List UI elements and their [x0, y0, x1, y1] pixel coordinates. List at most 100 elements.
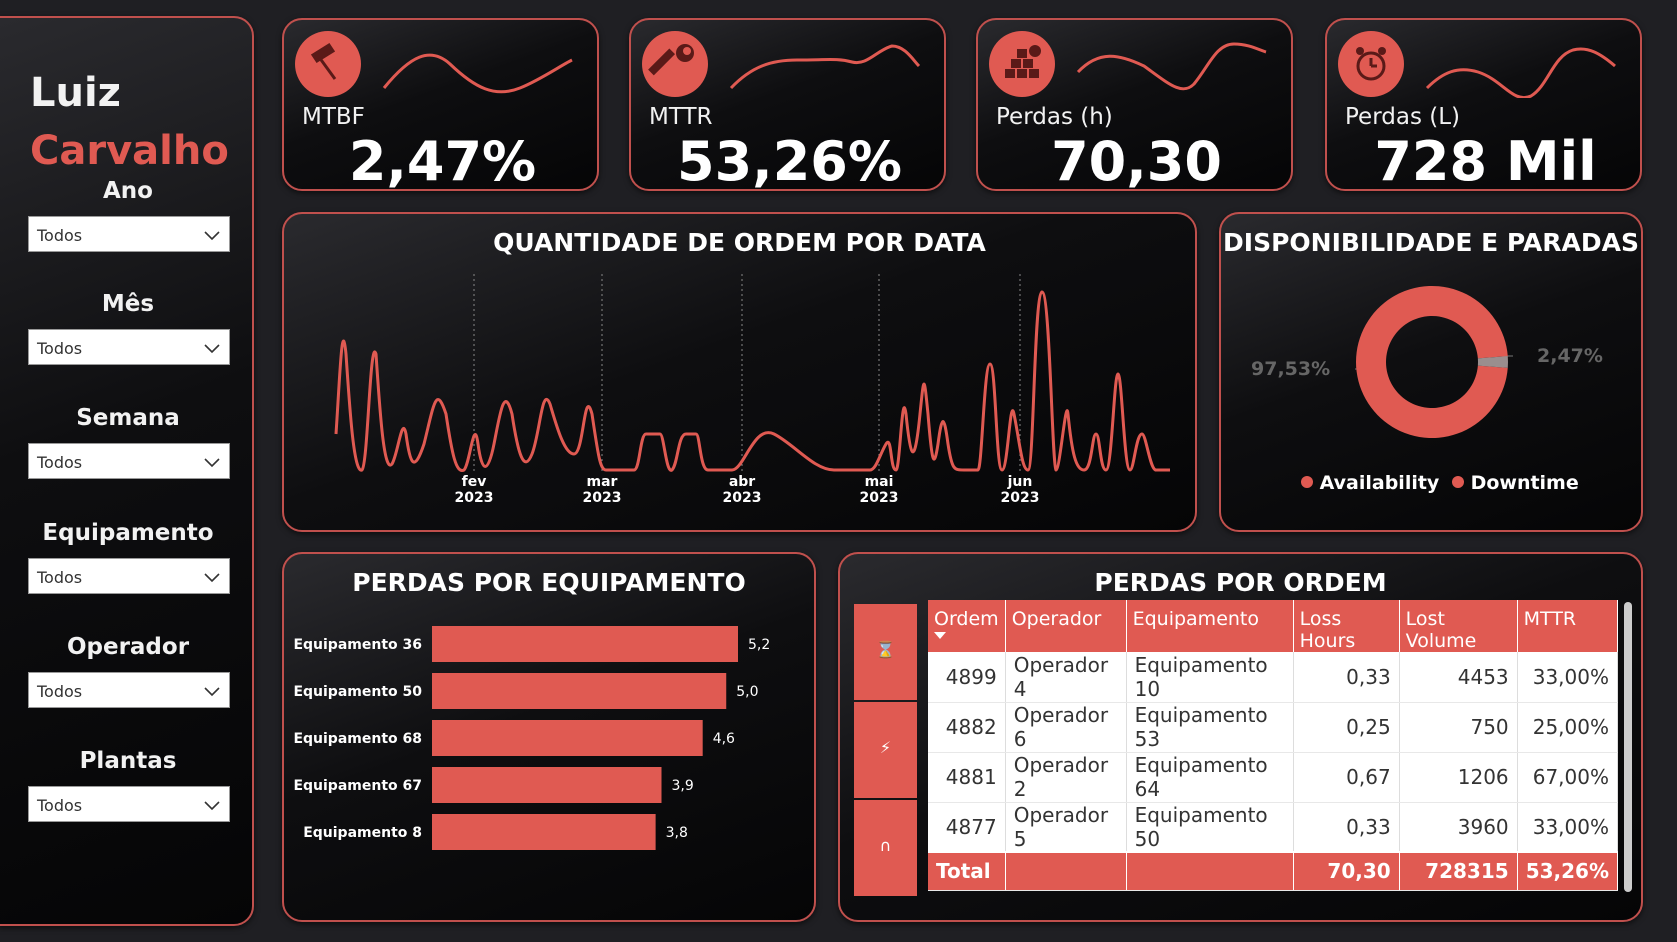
table-row[interactable]: 4899 Operador 4 Equipamento 10 0,33 4453… — [928, 652, 1619, 703]
hammer-icon — [295, 31, 361, 97]
cell-lost-volume: 750 — [1399, 702, 1518, 753]
bar[interactable] — [432, 626, 738, 662]
filter-label-semana: Semana — [76, 405, 180, 431]
bar-value-label: 4,6 — [713, 731, 735, 747]
cell-mttr: 33,00% — [1517, 652, 1619, 703]
losses-by-order-table: Ordem Operador Equipamento Loss Hours Lo… — [928, 600, 1619, 891]
filter-value: Todos — [37, 226, 83, 245]
kpi-card-mttr: MTTR 53,26% — [629, 18, 946, 191]
kpi-value: 728 Mil — [1374, 130, 1597, 191]
profile-first-name: Luiz — [30, 70, 121, 116]
availability-data-label: 97,53% — [1251, 358, 1331, 380]
column-header-loss-hours[interactable]: Loss Hours — [1293, 600, 1400, 652]
filter-dropdown-plantas[interactable]: Todos — [28, 786, 230, 822]
hourglass-filter-button[interactable]: ⌛ — [854, 604, 917, 700]
total-empty — [1005, 851, 1127, 891]
legend-dot-availability — [1301, 476, 1313, 488]
kpi-sparkline — [1076, 42, 1267, 91]
cell-loss-hours: 0,25 — [1293, 702, 1400, 753]
bar[interactable] — [432, 673, 727, 709]
bar-category-label: Equipamento 50 — [293, 684, 422, 700]
kpi-value: 2,47% — [348, 130, 537, 191]
chevron-down-icon — [204, 231, 220, 241]
hourglass-icon: ⌛ — [875, 640, 896, 659]
total-empty — [1126, 851, 1294, 891]
column-header-equipamento[interactable]: Equipamento — [1126, 600, 1294, 652]
line-chart-panel: QUANTIDADE DE ORDEM POR DATA fev 2023 ma… — [282, 212, 1197, 532]
kpi-label: Perdas (L) — [1345, 104, 1460, 130]
total-loss-hours: 70,30 — [1293, 851, 1400, 891]
cell-equipamento: Equipamento 64 — [1126, 752, 1294, 803]
kpi-sparkline — [382, 53, 573, 94]
chevron-down-icon — [204, 458, 220, 468]
losses-by-equipment-bar-chart: Equipamento 36 5,2 Equipamento 50 5,0 Equipa… — [293, 626, 770, 850]
cell-ordem: 4882 — [928, 702, 1006, 753]
filter-label-mes: Mês — [101, 291, 155, 317]
total-mttr: 53,26% — [1517, 851, 1619, 891]
donut-legend: Availability Downtime — [1301, 472, 1579, 494]
chevron-down-icon — [204, 573, 220, 583]
filter-value: Todos — [37, 796, 83, 815]
column-header-operador[interactable]: Operador — [1005, 600, 1127, 652]
bar-value-label: 3,8 — [666, 825, 688, 841]
kpi-value: 53,26% — [677, 130, 902, 191]
x-axis-label: mar 2023 — [582, 474, 622, 506]
magnet-icon: ∩ — [879, 836, 892, 855]
bar[interactable] — [432, 767, 662, 803]
cell-operador: Operador 4 — [1005, 652, 1127, 703]
total-label: Total — [928, 851, 1006, 891]
table-total-row: Total 70,30 728315 53,26% — [928, 851, 1619, 891]
magnet-filter-button[interactable]: ∩ — [854, 800, 917, 896]
cell-operador: Operador 2 — [1005, 752, 1127, 803]
legend-downtime: Downtime — [1470, 472, 1579, 494]
bar[interactable] — [432, 720, 703, 756]
table-row[interactable]: 4881 Operador 2 Equipamento 64 0,67 1206… — [928, 752, 1619, 803]
bar-category-label: Equipamento 36 — [293, 637, 422, 653]
table-scrollbar[interactable] — [1624, 602, 1632, 892]
filter-dropdown-operador[interactable]: Todos — [28, 672, 230, 708]
table-row[interactable]: 4882 Operador 6 Equipamento 53 0,25 750 … — [928, 702, 1619, 753]
bar[interactable] — [432, 814, 656, 850]
cell-operador: Operador 5 — [1005, 802, 1127, 853]
column-header-lost-volume[interactable]: Lost Volume — [1399, 600, 1518, 652]
x-axis-label: fev 2023 — [454, 474, 494, 506]
donut-chart-panel: DISPONIBILIDADE E PARADAS 97,53% 2,47% A… — [1219, 212, 1643, 532]
boxes-loss-icon — [989, 31, 1055, 97]
cell-loss-hours: 0,67 — [1293, 752, 1400, 803]
chevron-down-icon — [204, 344, 220, 354]
column-header-mttr[interactable]: MTTR — [1517, 600, 1619, 652]
bar-value-label: 5,2 — [748, 637, 770, 653]
filter-dropdown-semana[interactable]: Todos — [28, 443, 230, 479]
profile-last-name: Carvalho — [30, 128, 229, 174]
column-header-ordem[interactable]: Ordem — [928, 600, 1006, 652]
cell-lost-volume: 3960 — [1399, 802, 1518, 853]
cell-operador: Operador 6 — [1005, 702, 1127, 753]
table-title: PERDAS POR ORDEM — [1094, 568, 1387, 597]
table-panel: PERDAS POR ORDEM ⌛ ⚡ ∩ Ordem Operador Eq… — [838, 552, 1643, 922]
filter-label-operador: Operador — [66, 634, 190, 660]
lightning-filter-button[interactable]: ⚡ — [854, 702, 917, 798]
cell-mttr: 33,00% — [1517, 802, 1619, 853]
kpi-label: MTTR — [649, 104, 713, 130]
filter-value: Todos — [37, 682, 83, 701]
chevron-down-icon — [204, 801, 220, 811]
alarm-clock-icon — [1338, 31, 1404, 97]
cell-equipamento: Equipamento 10 — [1126, 652, 1294, 703]
orders-series-line — [334, 290, 1170, 472]
chevron-down-icon — [204, 687, 220, 697]
cell-equipamento: Equipamento 50 — [1126, 802, 1294, 853]
kpi-card-perdas-l: Perdas (L) 728 Mil — [1325, 18, 1642, 191]
cell-lost-volume: 1206 — [1399, 752, 1518, 803]
filter-label-equipamento: Equipamento — [42, 520, 214, 546]
bar-value-label: 5,0 — [736, 684, 758, 700]
filter-dropdown-ano[interactable]: Todos — [28, 216, 230, 252]
downtime-data-label: 2,47% — [1537, 345, 1603, 367]
cell-ordem: 4877 — [928, 802, 1006, 853]
kpi-label: Perdas (h) — [996, 104, 1113, 130]
lightning-icon: ⚡ — [879, 738, 892, 757]
legend-availability: Availability — [1319, 472, 1440, 494]
table-row[interactable]: 4877 Operador 5 Equipamento 50 0,33 3960… — [928, 802, 1619, 853]
filter-dropdown-mes[interactable]: Todos — [28, 329, 230, 365]
cell-ordem: 4899 — [928, 652, 1006, 703]
filter-dropdown-equipamento[interactable]: Todos — [28, 558, 230, 594]
